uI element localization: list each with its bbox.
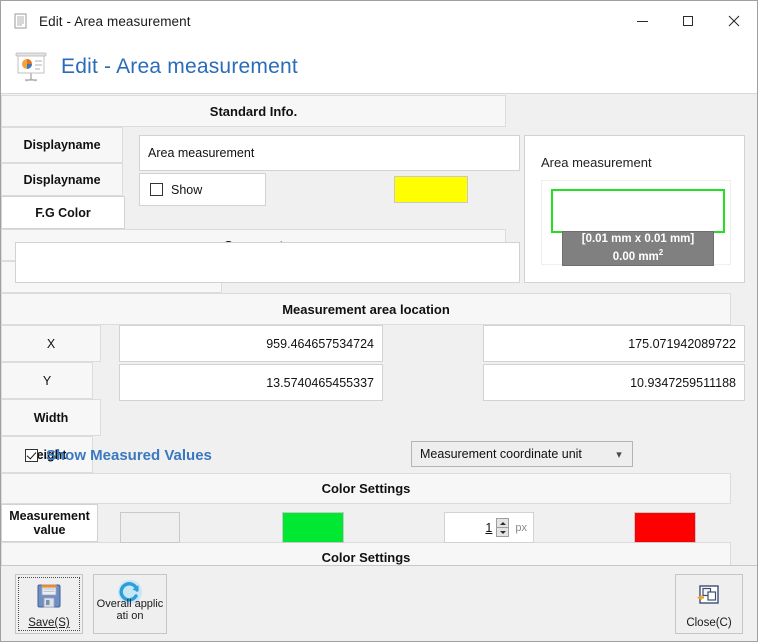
page-title: Edit - Area measurement xyxy=(61,55,298,79)
measurement-unit-dropdown[interactable]: Measurement coordinate unit ▾ xyxy=(411,441,633,467)
floppy-disk-save-icon xyxy=(34,575,64,617)
line-thickness-spin-buttons[interactable] xyxy=(496,518,509,537)
fg-color-swatch[interactable] xyxy=(394,176,468,203)
line-thickness-stepper[interactable]: 1 px xyxy=(444,512,534,543)
save-button[interactable]: Save(S) xyxy=(15,574,83,634)
fg-color-label: F.G Color xyxy=(1,196,125,229)
border-color-swatch[interactable] xyxy=(282,512,344,543)
overall-application-button[interactable]: Overall applicati on xyxy=(93,574,167,634)
measurement-unit-value: Measurement coordinate unit xyxy=(420,447,612,461)
preview-measurement-rectangle xyxy=(551,189,725,233)
preview-badge-line2: 0.00 mm2 xyxy=(613,248,663,265)
display-name-label-2: Displayname xyxy=(1,163,123,196)
close-button[interactable] xyxy=(711,1,757,41)
preview-badge-area-value: 0.00 mm xyxy=(613,250,659,262)
document-window-icon xyxy=(12,12,30,30)
maximize-icon xyxy=(683,16,693,26)
close-icon xyxy=(728,15,740,27)
close-dialog-label: Close(C) xyxy=(686,617,731,630)
display-name-input[interactable]: Area measurement xyxy=(139,135,520,171)
window-titlebar: Edit - Area measurement xyxy=(1,1,757,41)
show-checkbox-row[interactable]: Show xyxy=(139,173,266,206)
foreground-color-swatch[interactable] xyxy=(634,512,696,543)
windows-stack-close-icon xyxy=(694,575,724,617)
dialog-header: Edit - Area measurement xyxy=(1,41,757,94)
window-controls xyxy=(619,1,757,41)
background-color-swatch[interactable] xyxy=(120,512,180,543)
dialog-footer: Save(S) Overall applicati on xyxy=(1,565,757,641)
minimize-icon xyxy=(637,21,648,22)
overall-application-label: Overall applicati on xyxy=(94,598,166,623)
chevron-down-icon: ▾ xyxy=(612,448,626,461)
minimize-button[interactable] xyxy=(619,1,665,41)
close-dialog-button[interactable]: Close(C) xyxy=(675,574,743,634)
preview-shape-label: Area measurement xyxy=(541,155,652,170)
width-input[interactable]: 13.5740465455337 xyxy=(119,364,383,401)
height-input[interactable]: 10.9347259511188 xyxy=(483,364,745,401)
dialog-content: Standard Info. Displayname Area measurem… xyxy=(1,95,757,565)
preview-badge-area-exponent: 2 xyxy=(659,248,663,257)
preview-stage: [0.01 mm x 0.01 mm] 0.00 mm2 xyxy=(541,180,731,265)
spin-up-button[interactable] xyxy=(496,518,509,528)
edit-area-measurement-window: Edit - Area measurement xyxy=(0,0,758,642)
show-checkbox-label: Show xyxy=(171,183,202,197)
measurement-value-label: Measurement value xyxy=(1,504,98,542)
show-measured-values-row[interactable]: Show Measured Values xyxy=(15,436,305,474)
width-label: Width xyxy=(1,399,101,436)
show-measured-values-label: Show Measured Values xyxy=(46,447,212,464)
preview-measurement-badge: [0.01 mm x 0.01 mm] 0.00 mm2 xyxy=(562,231,714,266)
comment-input[interactable] xyxy=(15,242,520,283)
measurement-value-label-line1: Measurement xyxy=(9,509,90,523)
triangle-down-icon xyxy=(500,531,506,534)
presentation-chart-icon xyxy=(13,49,49,85)
maximize-button[interactable] xyxy=(665,1,711,41)
measurement-value-label-line2: value xyxy=(34,523,66,537)
y-input[interactable]: 175.071942089722 xyxy=(483,325,745,362)
save-button-label: Save(S) xyxy=(28,617,70,630)
spin-down-button[interactable] xyxy=(496,528,509,537)
line-thickness-value[interactable]: 1 xyxy=(451,521,492,535)
display-name-label-1: Displayname xyxy=(1,127,123,163)
show-checkbox[interactable] xyxy=(150,183,163,196)
measurement-area-section-header: Measurement area location xyxy=(1,293,731,325)
y-label: Y xyxy=(1,362,93,399)
color-settings-top-section-header: Color Settings xyxy=(1,473,731,504)
window-title: Edit - Area measurement xyxy=(39,14,191,29)
x-input[interactable]: 959.464657534724 xyxy=(119,325,383,362)
x-label: X xyxy=(1,325,101,362)
show-measured-values-checkbox[interactable] xyxy=(25,449,38,462)
line-thickness-unit: px xyxy=(515,522,527,534)
preview-badge-line1: [0.01 mm x 0.01 mm] xyxy=(582,232,695,247)
standard-info-section-header: Standard Info. xyxy=(1,95,506,127)
preview-body: Area measurement [0.01 mm x 0.01 mm] 0.0… xyxy=(524,135,745,283)
triangle-up-icon xyxy=(500,522,506,525)
